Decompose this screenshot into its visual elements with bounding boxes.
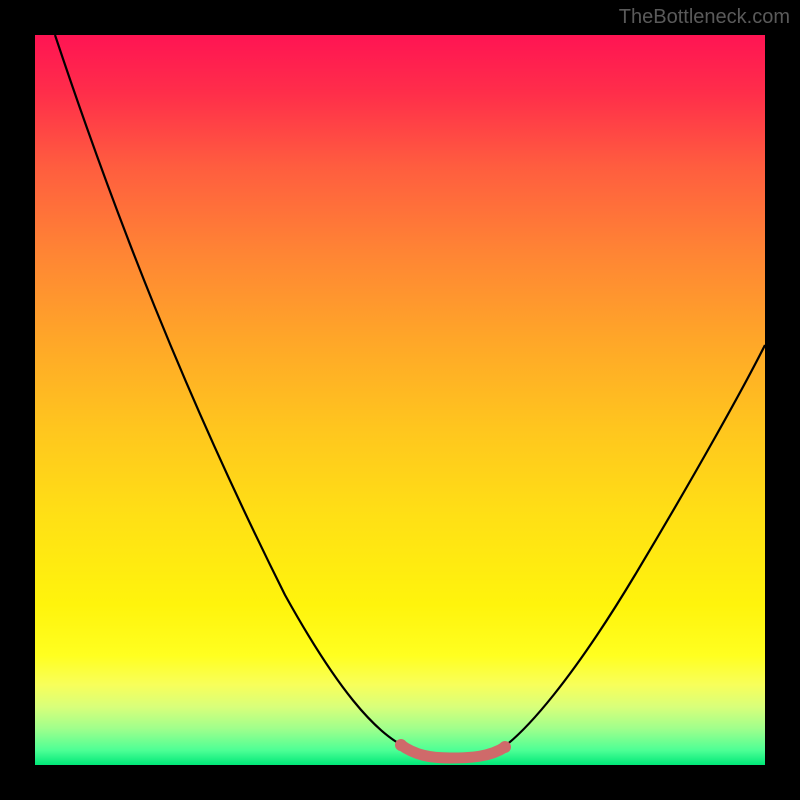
bottleneck-curve xyxy=(55,35,765,757)
curve-svg xyxy=(35,35,765,765)
plot-area xyxy=(35,35,765,765)
highlight-dot-left xyxy=(395,739,407,751)
watermark-text: TheBottleneck.com xyxy=(619,6,790,29)
highlight-dot-right xyxy=(499,741,511,753)
highlight-segment xyxy=(401,745,505,758)
